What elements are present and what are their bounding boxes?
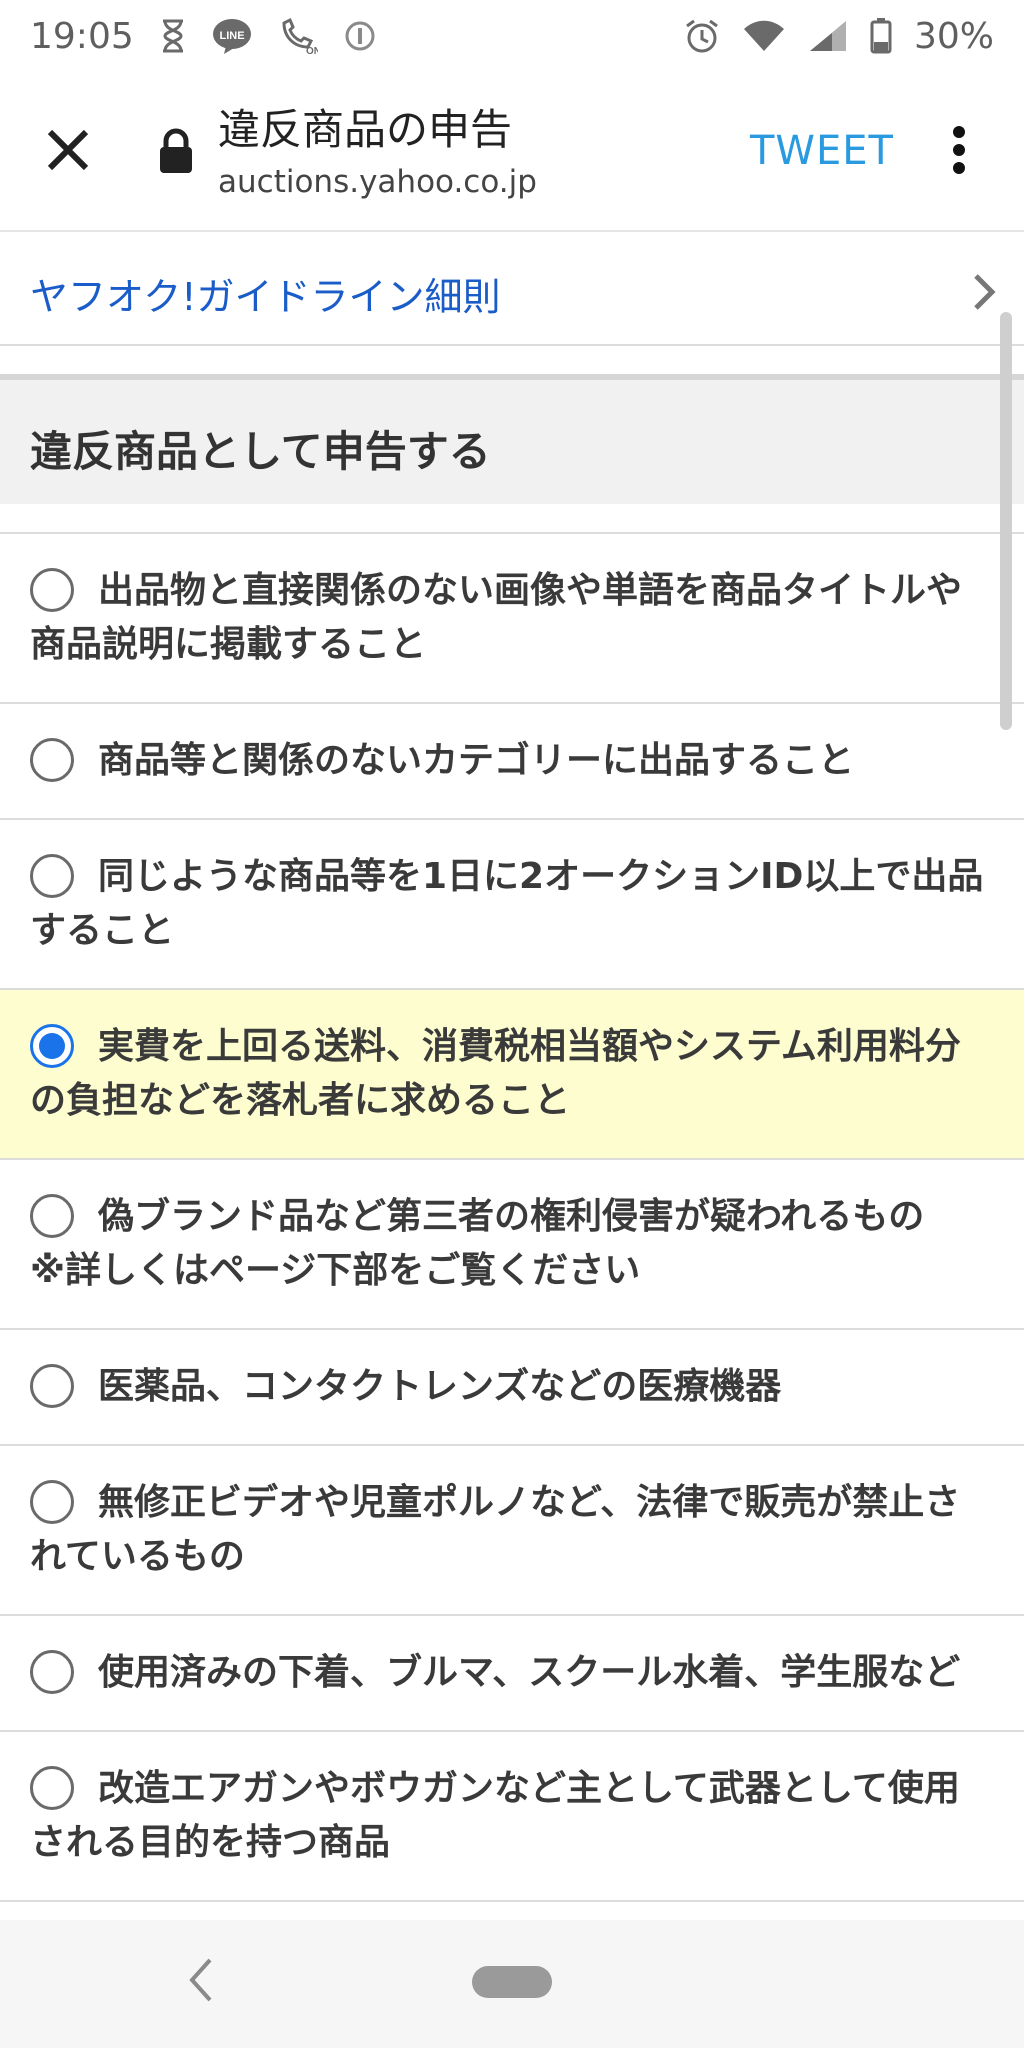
radio-button[interactable] xyxy=(30,738,74,782)
report-option[interactable]: 同じような商品等を1日に2オークションID以上で出品すること xyxy=(0,820,1024,990)
section-title: 違反商品として申告する xyxy=(30,427,491,476)
scrollbar[interactable] xyxy=(1000,312,1012,730)
report-options-list: 出品物と直接関係のない画像や単語を商品タイトルや商品説明に掲載すること 商品等と… xyxy=(0,532,1024,1902)
alarm-icon xyxy=(684,18,720,54)
radio-button[interactable] xyxy=(30,1650,74,1694)
page-url[interactable]: auctions.yahoo.co.jp xyxy=(218,164,537,200)
home-pill-button[interactable] xyxy=(472,1966,552,1998)
option-label: 実費を上回る送料、消費税相当額やシステム利用料分の負担などを落札者に求めること xyxy=(30,1026,961,1121)
report-option[interactable]: 使用済みの下着、ブルマ、スクール水着、学生服など xyxy=(0,1616,1024,1732)
radio-button[interactable] xyxy=(30,854,74,898)
report-option[interactable]: 無修正ビデオや児童ポルノなど、法律で販売が禁止されているもの xyxy=(0,1446,1024,1616)
radio-button[interactable] xyxy=(30,1194,74,1238)
call-forwarding-on-text: ON xyxy=(306,46,318,55)
radio-button[interactable] xyxy=(30,1364,74,1408)
option-label: 無修正ビデオや児童ポルノなど、法律で販売が禁止されているもの xyxy=(30,1482,961,1577)
browser-toolbar: 違反商品の申告 auctions.yahoo.co.jp TWEET xyxy=(0,72,1024,232)
guideline-link[interactable]: ヤフオク!ガイドライン細則 xyxy=(0,232,1024,346)
option-label: 使用済みの下着、ブルマ、スクール水着、学生服など xyxy=(98,1652,961,1693)
radio-button[interactable] xyxy=(30,1480,74,1524)
back-icon[interactable] xyxy=(186,1956,216,2004)
option-label: 出品物と直接関係のない画像や単語を商品タイトルや商品説明に掲載すること xyxy=(30,570,963,665)
report-option[interactable]: 偽ブランド品など第三者の権利侵害が疑われるもの ※詳しくはページ下部をご覧くださ… xyxy=(0,1160,1024,1330)
option-label: 同じような商品等を1日に2オークションID以上で出品すること xyxy=(30,856,984,951)
report-option[interactable]: 医薬品、コンタクトレンズなどの医療機器 xyxy=(0,1330,1024,1446)
radio-button[interactable] xyxy=(30,1766,74,1810)
option-label: 偽ブランド品など第三者の権利侵害が疑われるもの ※詳しくはページ下部をご覧くださ… xyxy=(30,1196,961,1291)
radio-button[interactable] xyxy=(30,568,74,612)
hourglass-icon xyxy=(160,19,186,53)
report-option[interactable]: 商品等と関係のないカテゴリーに出品すること xyxy=(0,704,1024,820)
section-header: 違反商品として申告する xyxy=(0,380,1024,504)
radio-button[interactable] xyxy=(30,1024,74,1068)
guideline-link-label: ヤフオク!ガイドライン細則 xyxy=(30,275,501,319)
option-label: 改造エアガンやボウガンなど主として武器として使用される目的を持つ商品 xyxy=(30,1768,960,1863)
report-option[interactable]: 実費を上回る送料、消費税相当額やシステム利用料分の負担などを落札者に求めること xyxy=(0,990,1024,1160)
close-icon[interactable] xyxy=(40,122,96,178)
line-app-icon: LINE xyxy=(212,18,252,54)
status-right: 30% xyxy=(684,16,994,57)
option-label: 医薬品、コンタクトレンズなどの医療機器 xyxy=(98,1366,782,1407)
wifi-icon xyxy=(742,19,786,53)
page: 19:05 LINE ON 30% 違反商品の申告 auctions.yahoo… xyxy=(0,0,1024,2048)
chevron-right-icon xyxy=(972,272,996,312)
option-label: 商品等と関係のないカテゴリーに出品すること xyxy=(98,740,855,781)
info-icon xyxy=(344,20,376,52)
battery-percent: 30% xyxy=(913,15,994,57)
call-forwarding-icon: ON xyxy=(278,17,318,55)
report-option[interactable]: 改造エアガンやボウガンなど主として武器として使用される目的を持つ商品 xyxy=(0,1732,1024,1902)
status-left: 19:05 LINE ON xyxy=(30,16,376,57)
system-nav-bar xyxy=(0,1920,1024,2048)
tweet-button[interactable]: TWEET xyxy=(750,128,894,174)
page-title: 違反商品の申告 xyxy=(218,105,513,154)
lock-icon[interactable] xyxy=(158,128,194,174)
more-options-icon[interactable] xyxy=(944,122,974,182)
line-logo-text: LINE xyxy=(219,30,244,42)
report-option[interactable]: 出品物と直接関係のない画像や単語を商品タイトルや商品説明に掲載すること xyxy=(0,534,1024,704)
signal-icon xyxy=(808,19,848,53)
battery-icon xyxy=(870,18,892,54)
status-bar: 19:05 LINE ON 30% xyxy=(0,0,1024,72)
status-time: 19:05 xyxy=(30,15,134,57)
